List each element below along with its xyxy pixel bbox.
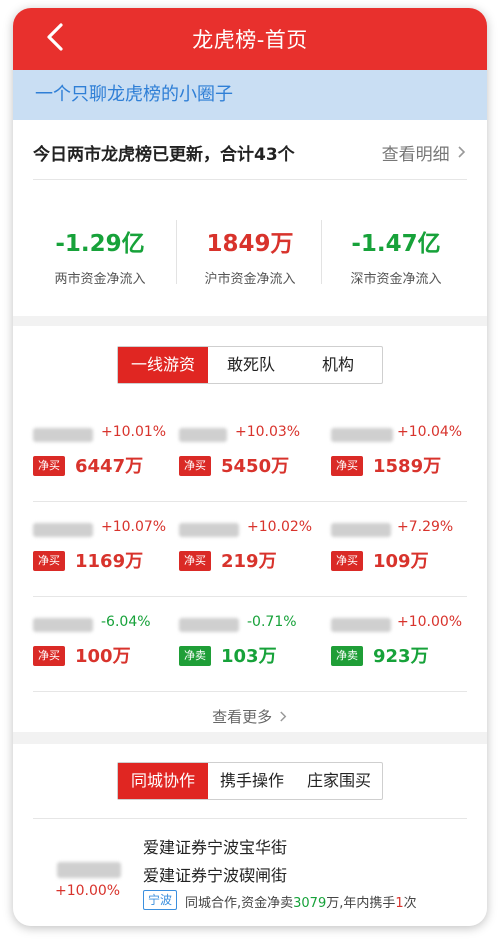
stock-name-blurred — [179, 428, 227, 442]
net-buy-badge: 净买 — [33, 551, 65, 571]
stock-change: +10.00% — [55, 883, 121, 899]
stock-grid: +10.01% 净买 6447万 +10.03% 净买 5450万 +10.04… — [33, 418, 467, 692]
stock-change: +10.00% — [397, 614, 463, 630]
stock-name-blurred — [33, 618, 93, 632]
summary-header: 今日两市龙虎榜已更新，合计43个 查看明细 — [33, 120, 467, 180]
stat-both-markets: -1.29亿 两市资金净流入 — [25, 180, 175, 316]
view-detail-link[interactable]: 查看明细 — [382, 140, 467, 165]
desc-suffix: 次 — [403, 896, 417, 911]
chevron-right-icon — [280, 711, 287, 722]
stock-cell[interactable]: +10.03% 净买 5450万 — [179, 418, 329, 508]
stock-amount: 100万 — [75, 646, 131, 667]
net-sell-badge: 净卖 — [331, 646, 363, 666]
tab-institution[interactable]: 机构 — [294, 347, 382, 383]
broker-name: 爱建证券宁波碶闸街 — [143, 866, 288, 885]
stock-cell[interactable]: -6.04% 净买 100万 — [33, 608, 183, 698]
chevron-right-icon — [458, 146, 466, 158]
stock-cell[interactable]: +10.02% 净买 219万 — [179, 513, 329, 603]
net-buy-badge: 净买 — [33, 646, 65, 666]
summary-card: 今日两市龙虎榜已更新，合计43个 查看明细 -1.29亿 两市资金净流入 184… — [13, 120, 487, 316]
stock-change: +10.01% — [101, 424, 167, 440]
summary-headline: 今日两市龙虎榜已更新，合计43个 — [33, 145, 295, 165]
stat-value: -1.47亿 — [351, 231, 441, 257]
stock-change: +7.29% — [397, 519, 454, 535]
stat-label: 深市资金净流入 — [350, 272, 442, 287]
desc-amount: 3079 — [293, 896, 327, 911]
tab-dealer-buy[interactable]: 庄家围买 — [296, 763, 382, 799]
city-badge: 宁波 — [143, 890, 178, 910]
net-buy-badge: 净买 — [331, 456, 363, 476]
stat-value: -1.29亿 — [55, 231, 145, 257]
stock-amount: 219万 — [221, 551, 277, 572]
see-more-label: 查看更多 — [212, 708, 273, 726]
stock-change: +10.04% — [397, 424, 463, 440]
phone-screen: 龙虎榜-首页 一个只聊龙虎榜的小圈子 今日两市龙虎榜已更新，合计43个 查看明细… — [13, 8, 487, 926]
stock-name-blurred — [331, 618, 391, 632]
stock-amount: 109万 — [373, 551, 429, 572]
net-buy-badge: 净买 — [33, 456, 65, 476]
stock-amount: 6447万 — [75, 456, 144, 477]
stock-cell[interactable]: -0.71% 净卖 103万 — [179, 608, 329, 698]
stat-value: 1849万 — [206, 231, 294, 257]
stock-name-blurred — [33, 428, 93, 442]
stock-amount: 5450万 — [221, 456, 290, 477]
stock-change: +10.02% — [247, 519, 313, 535]
stock-name-blurred — [179, 618, 239, 632]
stat-label: 沪市资金净流入 — [204, 272, 296, 287]
cooperation-tabs: 同城协作 携手操作 庄家围买 — [117, 762, 383, 800]
cooperation-description: 同城合作,资金净卖3079万,年内携手1次 — [185, 892, 417, 911]
stock-amount: 923万 — [373, 646, 429, 667]
stat-shanghai: 1849万 沪市资金净流入 — [175, 180, 325, 316]
stat-shenzhen: -1.47亿 深市资金净流入 — [321, 180, 471, 316]
page-title: 龙虎榜-首页 — [192, 28, 308, 52]
stock-change: +10.07% — [101, 519, 167, 535]
investor-section: 一线游资 敢死队 机构 +10.01% 净买 6447万 +10.03% 净买 … — [13, 326, 487, 732]
tab-dare-to-die[interactable]: 敢死队 — [208, 347, 294, 383]
stock-name-blurred — [331, 523, 391, 537]
stock-name-blurred — [33, 523, 93, 537]
stock-change: +10.03% — [235, 424, 301, 440]
stock-cell[interactable]: +10.01% 净买 6447万 — [33, 418, 183, 508]
net-buy-badge: 净买 — [331, 551, 363, 571]
stock-amount: 1589万 — [373, 456, 442, 477]
broker-name: 爱建证券宁波宝华街 — [143, 838, 288, 857]
row-divider — [33, 596, 467, 597]
stock-name-blurred — [57, 862, 121, 878]
community-banner[interactable]: 一个只聊龙虎榜的小圈子 — [13, 70, 487, 120]
row-divider — [33, 501, 467, 502]
section-divider — [33, 818, 467, 819]
desc-mid: 万,年内携手 — [326, 896, 396, 911]
desc-count: 1 — [395, 896, 404, 911]
stat-label: 两市资金净流入 — [54, 272, 146, 287]
stock-cell[interactable]: +10.04% 净买 1589万 — [331, 418, 481, 508]
tab-joint-operation[interactable]: 携手操作 — [208, 763, 296, 799]
investor-tabs: 一线游资 敢死队 机构 — [117, 346, 383, 384]
row-divider — [33, 691, 467, 692]
see-more-link[interactable]: 查看更多 — [13, 706, 487, 727]
stock-change: -6.04% — [101, 614, 151, 630]
stock-cell[interactable]: +10.00% 净卖 923万 — [331, 608, 481, 698]
nav-bar: 龙虎榜-首页 — [13, 8, 487, 70]
net-buy-badge: 净买 — [179, 456, 211, 476]
stock-change: -0.71% — [247, 614, 297, 630]
tab-same-city[interactable]: 同城协作 — [118, 763, 208, 799]
stock-cell[interactable]: +10.07% 净买 1169万 — [33, 513, 183, 603]
net-sell-badge: 净卖 — [179, 646, 211, 666]
net-buy-badge: 净买 — [179, 551, 211, 571]
stock-name-blurred — [179, 523, 239, 537]
tab-hot-money[interactable]: 一线游资 — [118, 347, 208, 383]
stock-cell[interactable]: +7.29% 净买 109万 — [331, 513, 481, 603]
desc-prefix: 同城合作,资金净卖 — [185, 896, 294, 911]
net-inflow-stats: -1.29亿 两市资金净流入 1849万 沪市资金净流入 -1.47亿 深市资金… — [13, 180, 487, 316]
cooperation-section: 同城协作 携手操作 庄家围买 +10.00% 爱建证券宁波宝华街 爱建证券宁波碶… — [13, 744, 487, 926]
stock-amount: 103万 — [221, 646, 277, 667]
stock-name-blurred — [331, 428, 393, 442]
view-detail-label: 查看明细 — [381, 145, 450, 165]
stock-amount: 1169万 — [75, 551, 144, 572]
